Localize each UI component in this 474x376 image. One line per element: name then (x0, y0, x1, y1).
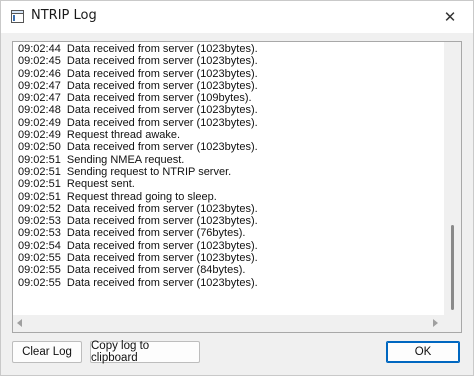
log-line: 09:02:46 Data received from server (1023… (18, 67, 258, 80)
ntrip-log-window: NTRIP Log ✕ 09:02:44 Data received from … (0, 0, 474, 376)
log-line: 09:02:47 Data received from server (1023… (18, 79, 258, 92)
window-icon (11, 10, 24, 23)
log-line: 09:02:49 Request thread awake. (18, 129, 181, 142)
log-line: 09:02:50 Data received from server (1023… (18, 141, 258, 154)
clear-log-button[interactable]: Clear Log (12, 341, 82, 363)
scroll-left-arrow-icon[interactable] (17, 319, 22, 327)
log-line: 09:02:44 Data received from server (1023… (18, 43, 258, 55)
log-line: 09:02:47 Data received from server (109b… (18, 92, 252, 105)
log-line: 09:02:51 Sending NMEA request. (18, 153, 185, 166)
log-line: 09:02:48 Data received from server (1023… (18, 104, 258, 117)
title-bar[interactable]: NTRIP Log ✕ (1, 1, 473, 33)
log-line: 09:02:53 Data received from server (1023… (18, 215, 258, 228)
scrollbar-corner (444, 315, 461, 332)
log-line: 09:02:51 Request sent. (18, 178, 135, 191)
copy-log-button[interactable]: Copy log to clipboard (90, 340, 200, 364)
vertical-scrollbar-thumb[interactable] (451, 225, 454, 310)
log-line: 09:02:52 Data received from server (1023… (18, 202, 258, 215)
log-line: 09:02:51 Sending request to NTRIP server… (18, 165, 232, 178)
log-line: 09:02:51 Request thread going to sleep. (18, 190, 217, 203)
scroll-right-arrow-icon[interactable] (433, 319, 438, 327)
ok-button[interactable]: OK (386, 341, 460, 363)
log-line: 09:02:45 Data received from server (1023… (18, 55, 258, 68)
vertical-scrollbar[interactable] (444, 42, 461, 315)
window-title: NTRIP Log (31, 8, 97, 23)
horizontal-scrollbar[interactable] (13, 315, 444, 332)
close-button[interactable]: ✕ (427, 1, 473, 33)
log-lines-container: 09:02:44 Data received from server (1023… (18, 43, 438, 313)
log-line: 09:02:49 Data received from server (1023… (18, 116, 258, 129)
close-icon: ✕ (443, 8, 457, 26)
log-line: 09:02:55 Data received from server (84by… (18, 264, 246, 277)
log-line: 09:02:54 Data received from server (1023… (18, 239, 258, 252)
log-list[interactable]: 09:02:44 Data received from server (1023… (12, 41, 462, 333)
log-line: 09:02:55 Data received from server (1023… (18, 276, 258, 289)
log-line: 09:02:53 Data received from server (76by… (18, 227, 246, 240)
log-line: 09:02:55 Data received from server (1023… (18, 252, 258, 265)
